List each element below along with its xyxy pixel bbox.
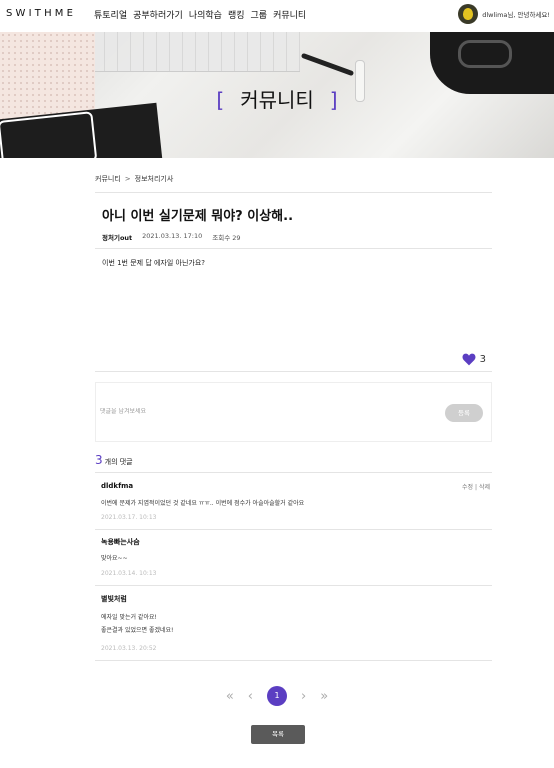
menu-item-ranking[interactable]: 랭킹 <box>228 8 245 21</box>
comment-actions-separator: | <box>475 484 478 491</box>
user-profile[interactable]: dlwlima님, 안녕하세요! <box>458 4 550 24</box>
comment-item: 별빛처럼 에자일 맞는거 같아요! 좋은결과 있었으면 좋겠네요! 2021.0… <box>95 586 492 661</box>
menu-item-community[interactable]: 커뮤니티 <box>273 8 306 21</box>
comment-item: dldkfma 수정 | 삭제 이번에 문제가 지엽적이었던 것 같네요 ㅠㅠ.… <box>95 473 492 529</box>
pagination: « ‹ 1 › » <box>0 686 554 706</box>
breadcrumb: 커뮤니티 > 정보처리기사 <box>95 174 492 184</box>
comment-count: 3 개의 댓글 <box>95 453 492 467</box>
post-title: 아니 이번 실기문제 뭐야? 이상해.. <box>102 209 294 224</box>
post-meta: 정처기out 2021.03.13. 17:10 조회수 29 <box>95 232 492 242</box>
chevron-right-icon: > <box>124 175 131 183</box>
post-views: 조회수 29 <box>212 234 241 242</box>
comment-date: 2021.03.14. 10:13 <box>101 570 157 577</box>
comment-actions: 수정 | 삭제 <box>462 482 490 491</box>
heart-icon <box>462 353 476 366</box>
like-count: 3 <box>479 354 486 365</box>
top-navbar: SWITHME 튜토리얼 공부하러가기 나의학습 랭킹 그룹 커뮤니티 dlwl… <box>0 0 554 32</box>
post-date: 2021.03.13. 17:10 <box>142 232 203 240</box>
avatar[interactable] <box>458 4 479 24</box>
banner-title-text: 커뮤니티 <box>240 88 314 112</box>
comment-text: 에자일 맞는거 같아요! <box>101 614 157 621</box>
comment-text: 맞아요~~ <box>101 555 128 562</box>
comment-text: 좋은결과 있었으면 좋겠네요! <box>101 627 174 634</box>
banner-pen-image <box>300 52 355 77</box>
post-body: 이번 1번 문제 답 에자일 아닌가요? <box>102 259 206 267</box>
comment-author: 별빛처럼 <box>101 595 127 603</box>
divider <box>95 371 492 372</box>
bracket-left: [ <box>216 88 225 112</box>
comment-count-number: 3 <box>95 453 103 467</box>
list-button[interactable]: 목록 <box>251 725 305 744</box>
menu-item-tutorial[interactable]: 튜토리얼 <box>94 8 127 21</box>
comment-delete-link[interactable]: 삭제 <box>479 484 490 491</box>
comment-author: dldkfma <box>101 482 134 490</box>
menu-item-group[interactable]: 그룹 <box>251 8 268 21</box>
site-logo[interactable]: SWITHME <box>6 8 76 19</box>
post-author[interactable]: 정처기out <box>102 232 132 242</box>
next-page-icon[interactable]: › <box>301 689 306 704</box>
comment-count-label: 개의 댓글 <box>104 458 133 466</box>
divider <box>95 192 492 193</box>
user-greeting: dlwlima님, 안녕하세요! <box>482 11 550 19</box>
divider <box>95 248 492 249</box>
community-banner: [ 커뮤니티] <box>0 32 554 158</box>
breadcrumb-root[interactable]: 커뮤니티 <box>95 175 121 183</box>
first-page-icon[interactable]: « <box>226 689 234 704</box>
page-number-current[interactable]: 1 <box>267 686 287 706</box>
comment-form: 등록 <box>95 382 492 442</box>
divider <box>95 660 492 661</box>
comment-text: 이번에 문제가 지엽적이었던 것 같네요 ㅠㅠ.. 이번에 점수가 아슬아슬할거… <box>101 500 305 507</box>
comment-submit-button[interactable]: 등록 <box>445 404 483 422</box>
comment-edit-link[interactable]: 수정 <box>462 484 473 491</box>
comment-item: 녹용빠는사슴 맞아요~~ 2021.03.14. 10:13 <box>95 530 492 585</box>
comment-author: 녹용빠는사슴 <box>101 538 140 546</box>
comment-date: 2021.03.17. 10:13 <box>101 514 157 521</box>
like-button[interactable]: 3 <box>462 353 486 366</box>
menu-item-study[interactable]: 공부하러가기 <box>133 8 183 21</box>
comment-date: 2021.03.13. 20:52 <box>101 645 157 652</box>
bracket-right: ] <box>329 88 338 112</box>
breadcrumb-board[interactable]: 정보처리기사 <box>135 175 174 183</box>
prev-page-icon[interactable]: ‹ <box>248 689 253 704</box>
banner-title: [ 커뮤니티] <box>0 84 554 113</box>
comment-input[interactable] <box>100 408 430 415</box>
menu-item-my-learning[interactable]: 나의학습 <box>189 8 222 21</box>
main-menu: 튜토리얼 공부하러가기 나의학습 랭킹 그룹 커뮤니티 <box>94 8 306 21</box>
last-page-icon[interactable]: » <box>320 689 328 704</box>
